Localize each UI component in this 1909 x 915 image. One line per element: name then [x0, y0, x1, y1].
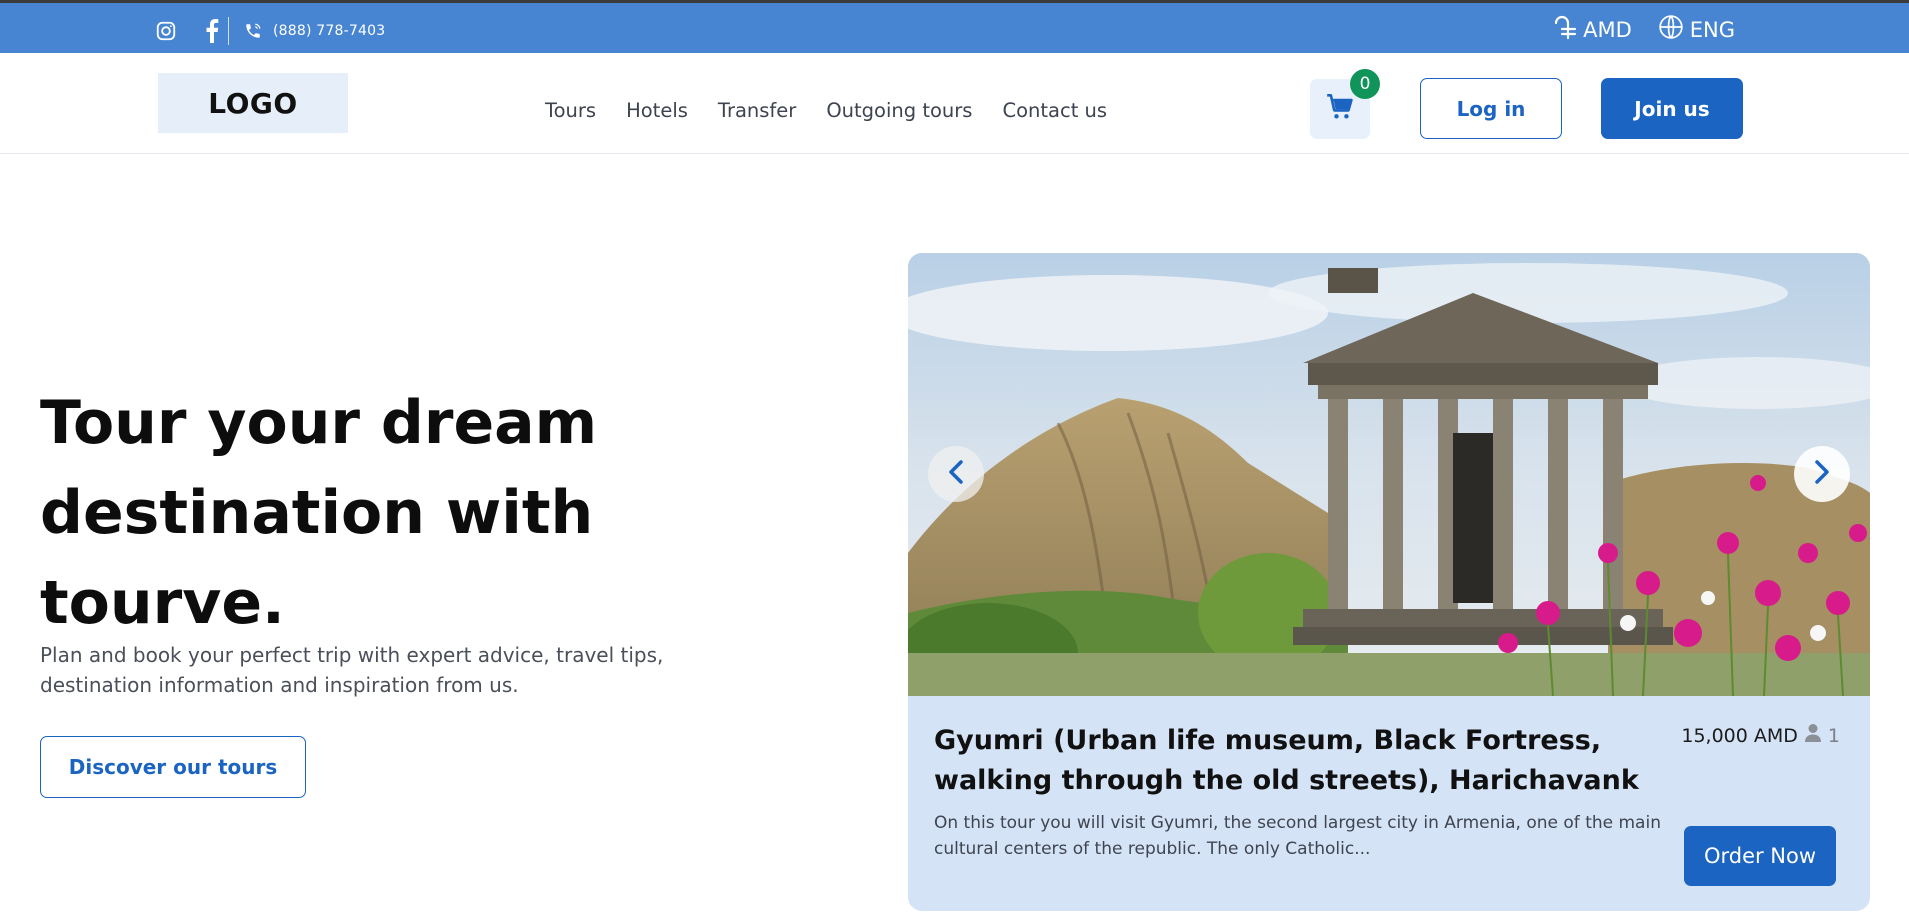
facebook-icon[interactable] [200, 19, 224, 43]
hero-title-line: destination with [40, 478, 594, 548]
nav-transfer[interactable]: Transfer [718, 99, 796, 122]
chevron-left-icon [947, 459, 965, 489]
price-value: 15,000 AMD [1681, 724, 1798, 747]
tour-title[interactable]: Gyumri (Urban life museum, Black Fortres… [934, 721, 1654, 801]
nav-hotels[interactable]: Hotels [626, 99, 688, 122]
person-icon [1804, 723, 1822, 748]
carousel-next-button[interactable] [1794, 446, 1850, 502]
currency-selector[interactable]: AMD [1553, 14, 1632, 45]
instagram-icon[interactable] [154, 19, 178, 43]
main-nav: Tours Hotels Transfer Outgoing tours Con… [545, 99, 1137, 122]
topbar-settings: AMD ENG [1553, 14, 1735, 45]
currency-label: AMD [1583, 17, 1632, 42]
nav-tours[interactable]: Tours [545, 99, 596, 122]
cart-count-badge: 0 [1350, 69, 1380, 99]
join-button[interactable]: Join us [1601, 78, 1743, 139]
persons-value: 1 [1827, 724, 1840, 747]
phone-number[interactable]: (888) 778-7403 [273, 23, 385, 39]
hero-subtitle: Plan and book your perfect trip with exp… [40, 643, 664, 697]
hero-title-line: tourve. [40, 568, 285, 638]
chevron-right-icon [1813, 459, 1831, 489]
featured-tour-card: Gyumri (Urban life museum, Black Fortres… [908, 253, 1870, 911]
discover-tours-button[interactable]: Discover our tours [40, 736, 306, 798]
language-selector[interactable]: ENG [1658, 14, 1735, 45]
logo[interactable]: LOGO [158, 73, 348, 133]
dram-currency-icon [1553, 14, 1577, 45]
globe-icon [1658, 14, 1684, 45]
hero-title-line: Tour your dream [40, 388, 598, 458]
tour-price: 15,000 AMD 1 [1681, 723, 1840, 748]
login-button[interactable]: Log in [1420, 78, 1562, 139]
social-links: (888) 778-7403 [154, 17, 385, 45]
carousel-prev-button[interactable] [928, 446, 984, 502]
language-label: ENG [1689, 17, 1735, 42]
main-header: LOGO Tours Hotels Transfer Outgoing tour… [0, 53, 1909, 154]
persons-count: 1 [1804, 723, 1840, 748]
cart-icon [1326, 93, 1354, 125]
order-now-button[interactable]: Order Now [1684, 826, 1836, 886]
tour-photo [908, 253, 1870, 696]
top-bar: (888) 778-7403 AMD ENG [0, 0, 1909, 53]
divider [228, 17, 229, 45]
phone-icon [241, 19, 265, 43]
tour-description: On this tour you will visit Gyumri, the … [934, 813, 1661, 859]
nav-contact-us[interactable]: Contact us [1002, 99, 1107, 122]
hero-title: Tour your dream destination with tourve. [40, 378, 760, 648]
nav-outgoing-tours[interactable]: Outgoing tours [826, 99, 972, 122]
